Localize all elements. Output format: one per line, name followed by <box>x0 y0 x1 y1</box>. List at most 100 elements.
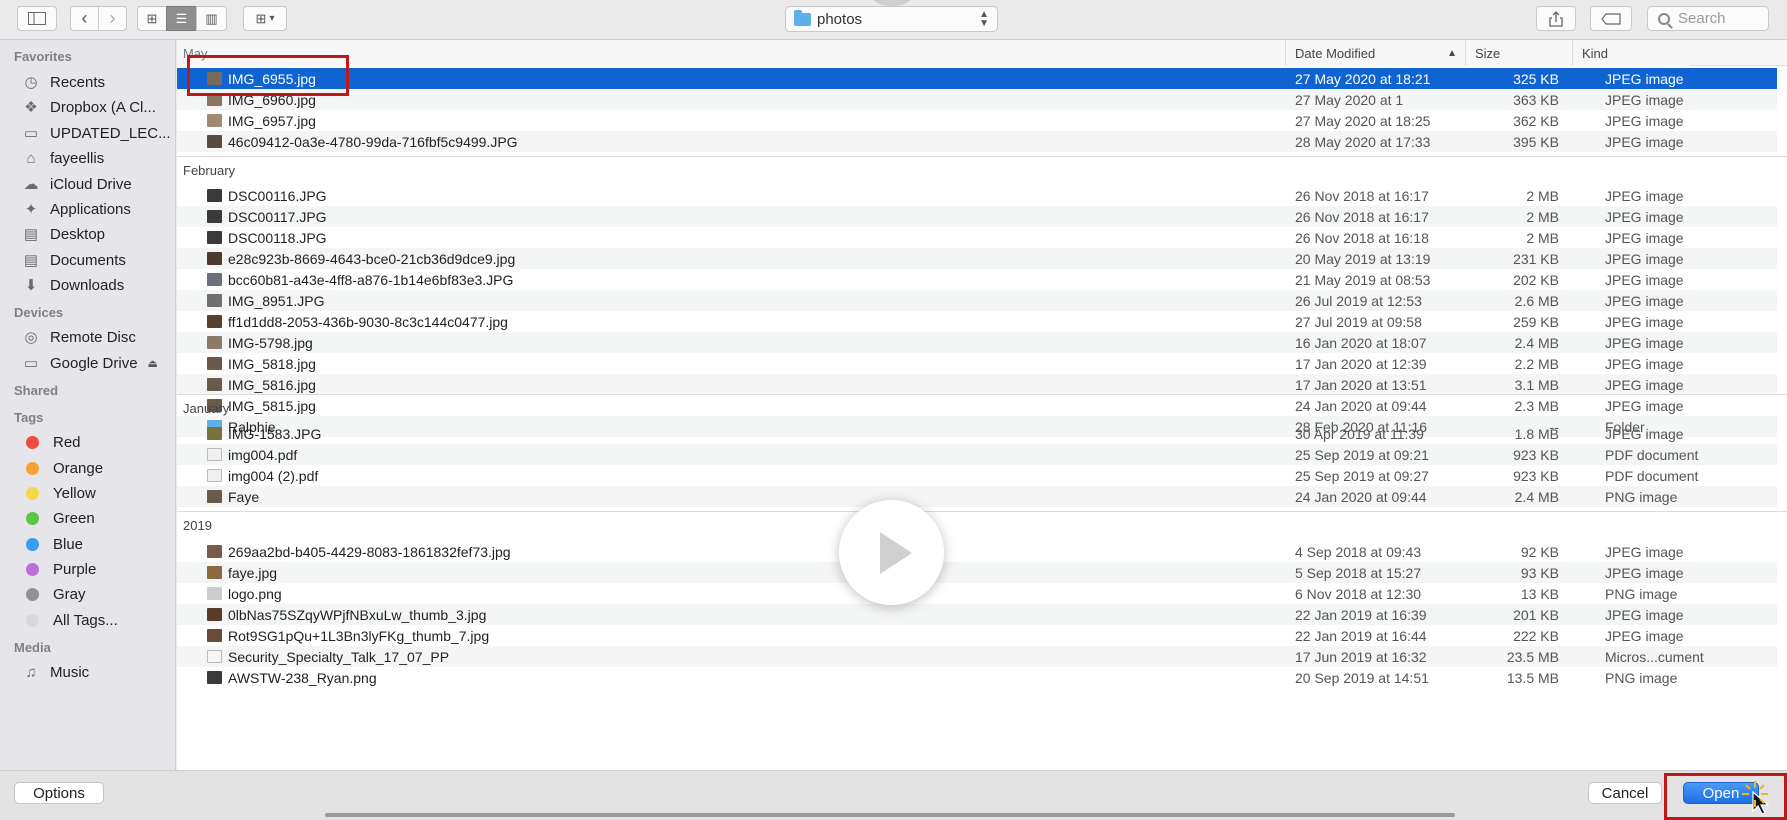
group-by-button[interactable]: ⊞ ▾ <box>243 6 287 31</box>
sidebar-item-documents[interactable]: ▤ Documents <box>22 249 172 271</box>
file-row[interactable]: DSC00118.JPG 26 Nov 2018 at 16:18 2 MB JPEG… <box>177 227 1777 248</box>
applications-icon: ✦ <box>24 201 38 218</box>
sidebar-item-desktop[interactable]: ▤ Desktop <box>22 223 172 245</box>
file-row[interactable]: IMG_8951.JPG 26 Jul 2019 at 12:53 2.6 MB JP… <box>177 290 1777 311</box>
path-folder-name: photos <box>817 10 863 28</box>
sidebar-item-yellow[interactable]: Yellow <box>22 482 172 504</box>
file-row[interactable]: 46c09412-0a3e-4780-99da-716fbf5c9499.JPG… <box>177 131 1777 152</box>
sidebar-item-remote-disc[interactable]: ◎ Remote Disc <box>22 326 172 348</box>
file-name: ff1d1dd8-2053-436b-9030-8c3c144c0477.jpg <box>228 313 508 330</box>
sidebar-item-purple[interactable]: Purple <box>22 558 172 580</box>
file-row[interactable]: IMG-5798.jpg 16 Jan 2020 at 18:07 2.4 MB JP… <box>177 332 1777 353</box>
back-button[interactable]: ‹ <box>70 6 99 31</box>
file-name: Faye <box>228 488 260 505</box>
file-row[interactable]: logo.png 6 Nov 2018 at 12:30 13 KB PNG imag… <box>177 583 1777 604</box>
path-popup[interactable]: photos ▲ ▼ <box>785 6 998 32</box>
file-kind: JPEG image <box>1605 187 1684 204</box>
sidebar-item-applications[interactable]: ✦ Applications <box>22 198 172 220</box>
sidebar-item-music[interactable]: ♫ Music <box>22 661 172 683</box>
file-row[interactable]: Rot9SG1pQu+1L3Bn3lyFKg_thumb_7.jpg 22 Jan… <box>177 625 1777 646</box>
file-size: 363 KB <box>1513 91 1559 108</box>
eject-icon[interactable]: ⏏ <box>148 357 158 370</box>
file-size: 231 KB <box>1513 250 1559 267</box>
file-row[interactable]: IMG_6955.jpg 27 May 2020 at 18:21 325 KB JP… <box>177 68 1777 89</box>
file-kind: Micros...cument <box>1605 648 1704 665</box>
column-header-date[interactable]: Date Modified ▲ <box>1285 40 1465 66</box>
file-size: 1.8 MB <box>1514 425 1559 442</box>
tag-color-dot <box>26 537 39 551</box>
file-thumbnail-icon <box>207 273 222 286</box>
sidebar-item-google-drive[interactable]: ▭ Google Drive ⏏ <box>22 352 172 374</box>
horizontal-scrollbar[interactable] <box>325 813 1455 817</box>
share-button[interactable] <box>1536 6 1576 31</box>
file-row[interactable]: AWSTW-238_Ryan.png 20 Sep 2019 at 14:51 13… <box>177 667 1777 688</box>
file-row[interactable]: IMG_5818.jpg 17 Jan 2020 at 12:39 2.2 MB JP… <box>177 353 1777 374</box>
sidebar-item-label: Applications <box>50 200 131 218</box>
sidebar-item-recents[interactable]: ◷ Recents <box>22 71 172 93</box>
options-button[interactable]: Options <box>14 782 104 804</box>
desktop-icon: ▤ <box>23 226 39 243</box>
file-row[interactable]: ff1d1dd8-2053-436b-9030-8c3c144c0477.jpg… <box>177 311 1777 332</box>
sidebar-item-orange[interactable]: Orange <box>22 457 172 479</box>
file-row[interactable]: bcc60b81-a43e-4ff8-a876-1b14e6bf83e3.JPG… <box>177 269 1777 290</box>
file-size: 3.1 MB <box>1514 376 1559 393</box>
file-row[interactable]: 269aa2bd-b405-4429-8083-1861832fef73.jpg… <box>177 541 1777 562</box>
file-size: 2.4 MB <box>1514 488 1559 505</box>
sidebar-item-gray[interactable]: Gray <box>22 583 172 605</box>
file-name: 46c09412-0a3e-4780-99da-716fbf5c9499.JPG <box>228 133 518 150</box>
list-view-button[interactable]: ☰ <box>166 6 197 31</box>
file-size: 2.3 MB <box>1514 397 1559 414</box>
file-row[interactable]: Security_Specialty_Talk_17_07_PP 17 Jun 2… <box>177 646 1777 667</box>
file-row[interactable]: IMG-1583.JPG 30 Apr 2019 at 11:39 1.8 MB JP… <box>177 423 1777 444</box>
file-name: img004 (2).pdf <box>228 467 319 484</box>
icon-view-button[interactable]: ⊞ <box>137 6 167 31</box>
group-label: January <box>183 401 230 416</box>
file-row[interactable]: DSC00117.JPG 26 Nov 2018 at 16:17 2 MB JPEG… <box>177 206 1777 227</box>
group-separator <box>177 394 1787 395</box>
sidebar-item-green[interactable]: Green <box>22 507 172 529</box>
column-view-button[interactable]: ▥ <box>196 6 227 31</box>
tag-button[interactable] <box>1590 6 1632 31</box>
file-row[interactable]: IMG_5816.jpg 17 Jan 2020 at 13:51 3.1 MB JP… <box>177 374 1777 395</box>
file-row[interactable]: IMG_5815.jpg 24 Jan 2020 at 09:44 2.3 MB JP… <box>177 395 1777 416</box>
sidebar-item-label: Orange <box>53 459 104 477</box>
search-input[interactable]: Search <box>1647 6 1769 31</box>
file-thumbnail-icon <box>207 315 222 328</box>
file-row[interactable]: img004 (2).pdf 25 Sep 2019 at 09:27 923 KB… <box>177 465 1777 486</box>
sidebar-item-red[interactable]: Red <box>22 431 172 453</box>
sidebar-item-icloud-drive[interactable]: ☁ iCloud Drive <box>22 173 172 195</box>
sidebar-section-header: Media <box>14 640 51 655</box>
file-row[interactable]: Faye 24 Jan 2020 at 09:44 2.4 MB PNG image <box>177 486 1777 507</box>
sidebar-item-downloads[interactable]: ⬇ Downloads <box>22 274 172 296</box>
file-row[interactable]: faye.jpg 5 Sep 2018 at 15:27 93 KB JPEG ima… <box>177 562 1777 583</box>
file-row[interactable]: img004.pdf 25 Sep 2019 at 09:21 923 KB PDF … <box>177 444 1777 465</box>
toolbar: ‹ › ⊞ ☰ ▥ ⊞ ▾ photos ▲ ▼ Search <box>0 0 1787 40</box>
file-row[interactable]: DSC00116.JPG 26 Nov 2018 at 16:17 2 MB JPEG… <box>177 185 1777 206</box>
sidebar-item-fayeellis[interactable]: ⌂ fayeellis <box>22 147 172 169</box>
video-play-button[interactable] <box>839 500 944 605</box>
sidebar-item-label: Desktop <box>50 225 106 243</box>
sidebar-item-all-tags[interactable]: All Tags... <box>22 609 172 631</box>
sidebar-item-label: Blue <box>53 535 84 553</box>
sidebar-item-updated-lec[interactable]: ▭ UPDATED_LEC... <box>22 122 172 144</box>
sidebar-item-label: UPDATED_LEC... <box>50 124 171 142</box>
disc-icon: ◎ <box>24 329 38 346</box>
file-name: IMG_5816.jpg <box>228 376 316 393</box>
tag-color-dot <box>26 486 39 500</box>
search-icon <box>1658 12 1670 25</box>
sidebar-item-dropbox-a-cl[interactable]: ❖ Dropbox (A Cl... <box>22 96 172 118</box>
sidebar-item-blue[interactable]: Blue <box>22 533 172 555</box>
cancel-button[interactable]: Cancel <box>1588 782 1662 804</box>
sidebar-toggle-button[interactable] <box>17 6 57 31</box>
file-row[interactable]: 0lbNas75SZqyWPjfNBxuLw_thumb_3.jpg 22 Jan… <box>177 604 1777 625</box>
column-header-size[interactable]: Size <box>1465 40 1572 66</box>
file-row[interactable]: IMG_6960.jpg 27 May 2020 at 1 363 KB JPEG i… <box>177 89 1777 110</box>
file-size: 923 KB <box>1513 467 1559 484</box>
sidebar-item-label: Downloads <box>50 276 125 294</box>
forward-button[interactable]: › <box>98 6 127 31</box>
column-header-kind[interactable]: Kind <box>1572 40 1690 66</box>
file-row[interactable]: IMG_6957.jpg 27 May 2020 at 18:25 362 KB JP… <box>177 110 1777 131</box>
file-size: 923 KB <box>1513 446 1559 463</box>
file-kind: JPEG image <box>1605 70 1684 87</box>
file-row[interactable]: e28c923b-8669-4643-bce0-21cb36d9dce9.jpg… <box>177 248 1777 269</box>
